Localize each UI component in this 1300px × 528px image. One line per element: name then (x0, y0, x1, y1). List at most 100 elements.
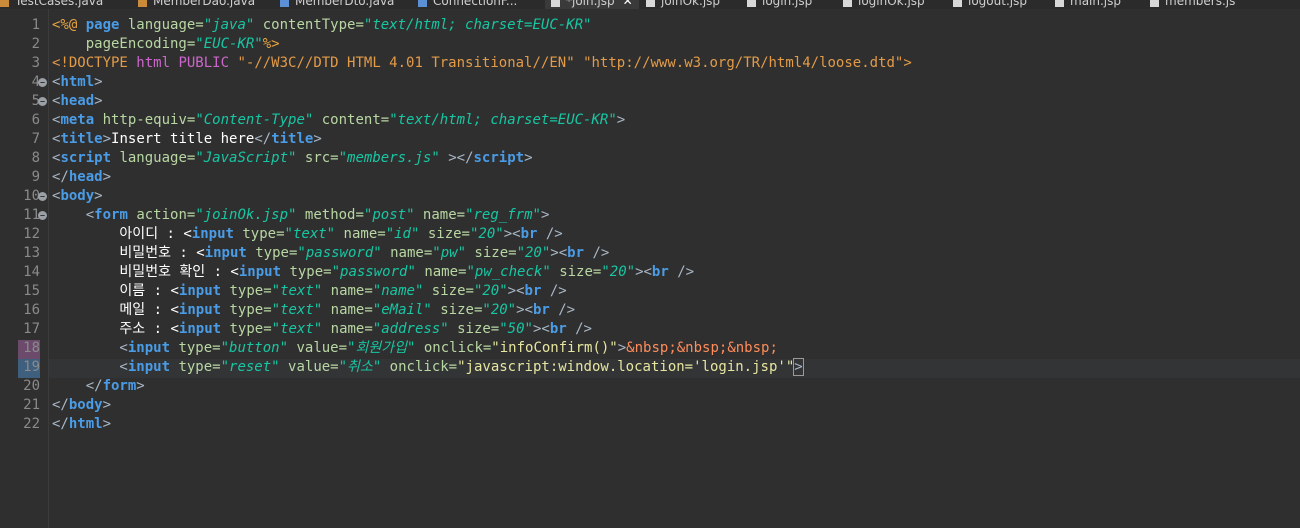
code-token: html (60, 74, 95, 90)
fold-toggle-icon[interactable]: − (38, 192, 47, 201)
code-line-11: <form action="joinOk.jsp" method="post" … (52, 206, 550, 225)
code-token: "Content-Type" (195, 112, 314, 128)
code-token: input (204, 245, 256, 261)
code-token: html (136, 55, 179, 71)
code-token: "pw_check" (466, 264, 551, 280)
code-token: "JavaScript" (195, 150, 297, 166)
code-token: "id" (385, 226, 420, 242)
code-line-9: </head> (52, 168, 111, 187)
code-token: 비밀번호 확인 : < (52, 264, 239, 280)
code-token: head (60, 93, 95, 109)
line-number: 11 (23, 207, 40, 223)
tab-memberdto[interactable]: MemberDto.java (280, 0, 394, 9)
code-token: br (524, 283, 542, 299)
jsp-file-icon (646, 0, 655, 7)
code-token: type= (242, 226, 285, 242)
code-token: /> (668, 264, 695, 280)
java-file-icon (418, 0, 427, 7)
code-token: br (532, 302, 550, 318)
code-token: head (68, 169, 103, 185)
code-token: > (903, 55, 912, 71)
fold-toggle-icon[interactable]: − (38, 97, 47, 106)
code-token: value= (279, 359, 339, 375)
jsp-file-icon (843, 0, 852, 7)
code-line-12: 아이디 : <input type="text" name="id" size=… (52, 225, 563, 244)
code-token: src= (296, 150, 339, 166)
code-token: type= (178, 340, 221, 356)
code-token: /> (584, 245, 610, 261)
code-token: 주소 : < (52, 321, 179, 337)
line-number: 19 (23, 359, 40, 375)
code-token: "20" (473, 283, 508, 299)
code-token: "address" (372, 321, 449, 337)
tab-members-js[interactable]: members.js (1150, 0, 1235, 9)
tab-label: main.jsp (1070, 0, 1121, 8)
code-token: input (178, 283, 230, 299)
tab-label: ConnectionF... (433, 0, 518, 8)
code-token: "text/html; charset=EUC-KR" (389, 112, 617, 128)
code-token: br (651, 264, 669, 280)
fold-toggle-icon[interactable]: − (38, 211, 47, 220)
tab-label: MemberDto.java (295, 0, 395, 8)
text-caret (802, 359, 804, 375)
code-token: "20" (469, 226, 504, 242)
code-token: < (52, 340, 128, 356)
code-token: /> (566, 321, 592, 337)
tab-label: logout.jsp (968, 0, 1027, 8)
code-token: br (567, 245, 585, 261)
code-token: form (102, 378, 137, 394)
code-token: type= (229, 283, 272, 299)
code-token: "eMail" (372, 302, 432, 318)
tab-loginok[interactable]: loginOk.jsp (843, 0, 925, 9)
tab-login[interactable]: login.jsp (747, 0, 812, 9)
code-token: "EUC-KR" (195, 36, 263, 52)
tab-memberdao[interactable]: MemberDao.java (138, 0, 255, 9)
code-line-4: <html> (52, 73, 103, 92)
code-line-15: 이름 : <input type="text" name="name" size… (52, 282, 567, 301)
code-token: http-equiv= (102, 112, 196, 128)
code-token: 이름 : < (52, 283, 179, 299)
fold-toggle-icon[interactable]: − (38, 78, 47, 87)
code-line-19: <input type="reset" value="취소" onclick="… (52, 358, 804, 377)
code-token: > (313, 131, 322, 147)
code-token: >< (507, 283, 525, 299)
line-number: 3 (31, 55, 40, 71)
line-number: 17 (23, 321, 40, 337)
code-token: "password" (297, 245, 382, 261)
code-token: "reg_frm" (465, 207, 541, 223)
code-line-20: </form> (52, 377, 145, 396)
code-token: > (136, 378, 145, 394)
code-token: "회원가입" (347, 340, 416, 356)
tab-label: members.js (1165, 0, 1236, 8)
code-token: "20" (482, 302, 517, 318)
code-token: "button" (220, 340, 289, 356)
code-token: meta (60, 112, 103, 128)
tab-testcases[interactable]: TestCases.java (0, 0, 103, 9)
code-line-8: <script language="JavaScript" src="membe… (52, 149, 533, 168)
tab-joinok[interactable]: joinOk.jsp (646, 0, 720, 9)
tab-logout[interactable]: logout.jsp (953, 0, 1027, 9)
close-icon[interactable]: ✕ (623, 0, 633, 8)
code-token: title (60, 131, 103, 147)
code-token: content= (313, 112, 390, 128)
tab-label: login.jsp (762, 0, 813, 8)
code-token: </ (52, 378, 103, 394)
code-token: "password" (331, 264, 416, 280)
code-token: type= (289, 264, 332, 280)
code-token: DOCTYPE (68, 55, 137, 71)
code-token: <%@ (52, 17, 86, 33)
code-token: type= (178, 359, 221, 375)
code-token: form (94, 207, 137, 223)
code-token: /> (541, 283, 567, 299)
code-token: > (102, 131, 112, 147)
code-token: 비밀번호 : < (52, 245, 205, 261)
code-editor[interactable]: 1 2 3 4 − 5 − 6 7 8 9 10 − 11 − 12 13 14… (0, 9, 1300, 528)
tab-connectionf[interactable]: ConnectionF... (418, 0, 517, 9)
code-token: "text/html; charset=EUC-KR" (363, 17, 592, 33)
code-token: "name" (372, 283, 424, 299)
code-token: 메일 : < (52, 302, 179, 318)
tab-join-jsp[interactable]: *join.jsp ✕ (545, 0, 639, 9)
line-number: 7 (31, 131, 40, 147)
tab-main[interactable]: main.jsp (1055, 0, 1121, 9)
code-token: /> (537, 226, 563, 242)
